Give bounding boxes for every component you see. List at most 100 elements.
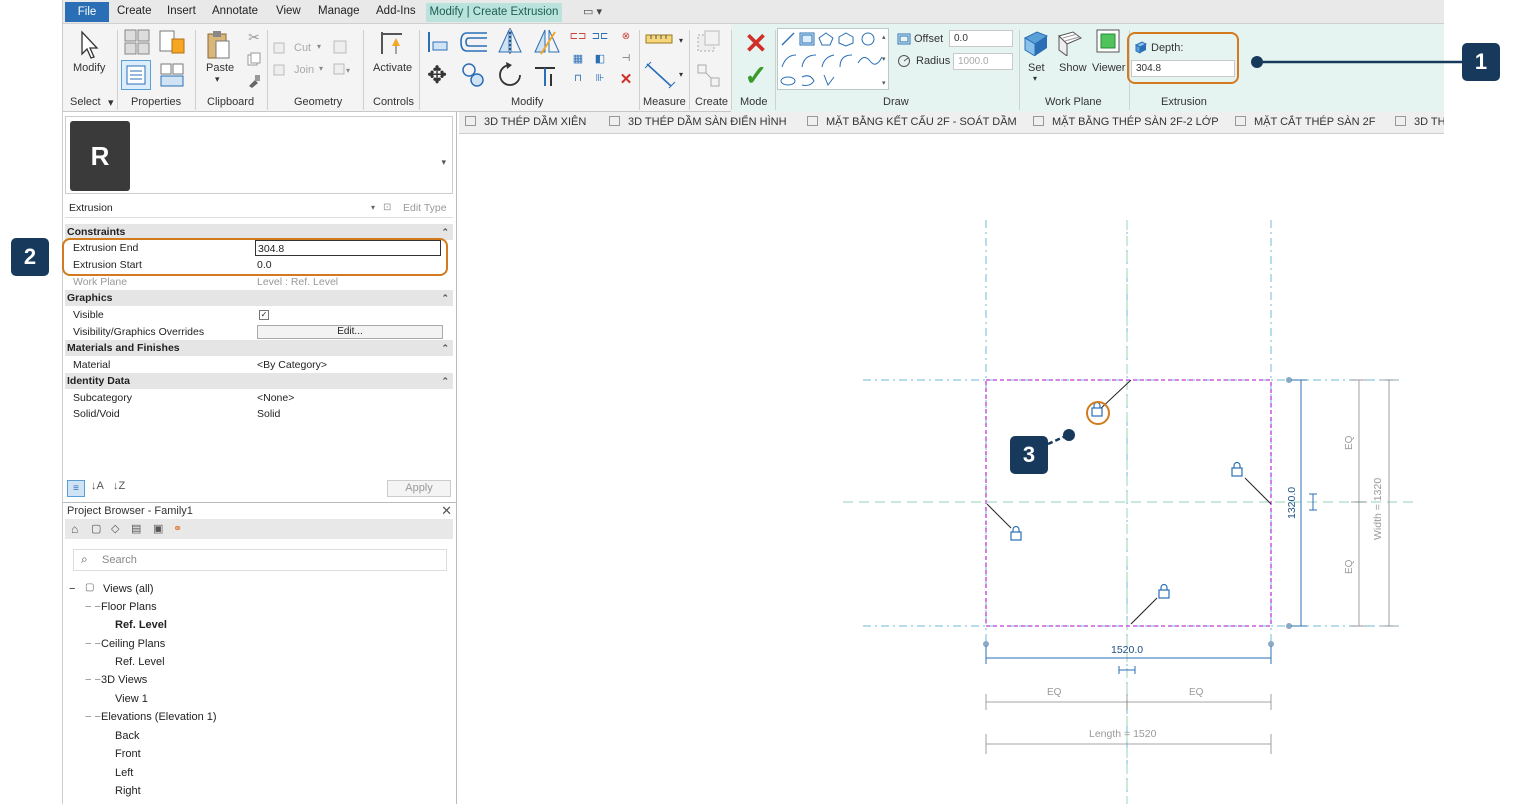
finish-edit-mode-icon[interactable]: ✓ (743, 60, 769, 91)
show-work-plane-icon[interactable] (1057, 28, 1083, 56)
split-gap-icon[interactable]: ⊐⊏ (592, 30, 609, 42)
apply-button[interactable]: Apply (387, 480, 451, 497)
dimension-dropdown-icon[interactable]: ▾ (679, 70, 683, 79)
move-icon[interactable]: ✥ (425, 62, 449, 89)
tree-left[interactable]: Left (115, 767, 133, 779)
tree-collapse-icon[interactable]: − − (85, 601, 101, 613)
set-dropdown-icon[interactable]: ▾ (1033, 74, 1037, 83)
radius-field[interactable]: 1000.0 (953, 53, 1013, 70)
viewer-label[interactable]: Viewer (1092, 62, 1125, 74)
home-icon[interactable]: ⌂ (71, 522, 78, 536)
dim-width-text[interactable]: 1320.0 (1286, 487, 1298, 519)
match-properties-icon[interactable] (245, 72, 263, 90)
tree-3d-views[interactable]: 3D Views (101, 674, 147, 686)
vis-overrides-edit-button[interactable]: Edit... (257, 325, 443, 339)
width-label[interactable]: Width = 1320 (1372, 478, 1384, 540)
categorize-icon[interactable]: ≡ (67, 480, 85, 497)
create-similar-icon[interactable] (695, 62, 723, 90)
tree-front[interactable]: Front (115, 748, 141, 760)
tree-collapse-icon[interactable]: − − (85, 711, 101, 723)
geometry-icon[interactable] (333, 40, 347, 54)
tree-right[interactable]: Right (115, 785, 141, 797)
edit-type-button[interactable]: Edit Type (403, 200, 447, 216)
split-element-icon[interactable]: ⊏⊐ (570, 30, 587, 42)
sort-ascending-icon[interactable]: ↓A (91, 480, 104, 492)
create-group-icon[interactable] (695, 28, 723, 56)
draw-tools-gallery[interactable]: ▴ ▾ ▾ (777, 28, 889, 90)
tree-views-all[interactable]: Views (all) (103, 583, 154, 595)
mirror-draw-axis-icon[interactable] (533, 28, 561, 56)
trim-multiple-icon[interactable]: ⊪ (593, 72, 607, 84)
menu-modify-create-extrusion[interactable]: Modify | Create Extrusion (426, 3, 562, 22)
tab-3d-thep-dam-xien[interactable]: 3D THÉP DẦM XIÊN (465, 116, 586, 128)
set-work-plane-icon[interactable] (1023, 28, 1049, 56)
collapse-icon[interactable]: ⌃ (441, 373, 449, 389)
activate-control-icon[interactable] (377, 28, 407, 58)
material-value[interactable]: <By Category> (257, 357, 327, 373)
paste-dropdown-icon[interactable]: ▾ (215, 74, 220, 85)
aligned-dimension-icon[interactable] (643, 60, 677, 90)
tab-mat-bang-thep-san[interactable]: MẶT BẰNG THÉP SÀN 2F-2 LỚP (1033, 116, 1219, 128)
align-icon[interactable] (425, 30, 449, 54)
paste-icon[interactable] (203, 28, 233, 62)
dim-length-text[interactable]: 1520.0 (1111, 644, 1143, 656)
tree-ref-level-ceiling[interactable]: Ref. Level (115, 656, 165, 668)
tree-collapse-icon[interactable]: − − (85, 638, 101, 650)
activate-label[interactable]: Activate (373, 62, 412, 74)
delete-icon[interactable]: ✕ (619, 71, 633, 88)
type-selector-dropdown-icon[interactable]: ▾ (441, 157, 446, 168)
tree-back[interactable]: Back (115, 730, 139, 742)
join-label[interactable]: Join (294, 64, 314, 76)
instance-selector[interactable]: Extrusion ▾ ⊡ Edit Type (65, 200, 453, 218)
cut-dropdown-icon[interactable]: ▾ (317, 42, 321, 51)
copy-icon[interactable] (245, 50, 263, 68)
sheet-icon[interactable]: ▤ (131, 522, 141, 535)
array-icon[interactable]: ▦ (571, 52, 585, 65)
close-icon[interactable]: ✕ (441, 503, 452, 519)
rotate-icon[interactable] (497, 62, 523, 88)
collapse-icon[interactable]: ⌃ (441, 340, 449, 356)
solid-void-value[interactable]: Solid (257, 406, 280, 422)
view-icon[interactable]: ▢ (91, 522, 101, 535)
measure-dropdown-icon[interactable]: ▾ (679, 36, 683, 45)
modify-cursor-icon[interactable] (75, 28, 105, 62)
family-category-icon[interactable] (157, 60, 187, 90)
copy-element-icon[interactable] (461, 62, 487, 88)
mirror-pick-axis-icon[interactable] (497, 28, 523, 56)
tree-collapse-icon[interactable]: − − (85, 674, 101, 686)
family-types-icon[interactable] (157, 28, 187, 56)
ribbon-toggle-icon[interactable]: ▭ ▾ (583, 5, 602, 18)
menu-manage[interactable]: Manage (318, 5, 360, 17)
split-face-icon[interactable]: ▾ (333, 62, 353, 76)
paste-label[interactable]: Paste (206, 62, 234, 74)
type-properties-icon[interactable] (123, 28, 151, 56)
link-icon[interactable]: ⚭ (173, 522, 182, 535)
menu-create[interactable]: Create (117, 5, 152, 17)
unpin-icon[interactable]: ⊗ (619, 30, 633, 42)
menu-annotate[interactable]: Annotate (212, 5, 258, 17)
offset-icon[interactable] (459, 30, 489, 54)
cut-label[interactable]: Cut (294, 42, 311, 54)
viewer-icon[interactable] (1095, 28, 1121, 56)
collapse-icon[interactable]: ⌃ (441, 290, 449, 306)
category-graphics[interactable]: Graphics ⌃ (65, 290, 453, 306)
drawing-canvas[interactable]: 1520.0 1320.0 EQ EQ Length = 1520 EQ EQ … (459, 134, 1444, 804)
modify-button-label[interactable]: Modify (73, 62, 105, 74)
browser-search-input[interactable]: Search (73, 549, 447, 571)
measure-between-icon[interactable] (645, 32, 675, 46)
tree-collapse-icon[interactable]: − (69, 583, 75, 595)
set-label[interactable]: Set (1028, 62, 1045, 74)
category-materials[interactable]: Materials and Finishes ⌃ (65, 340, 453, 356)
tab-3d-th[interactable]: 3D TH (1395, 116, 1444, 128)
group-icon[interactable]: ▣ (153, 522, 163, 535)
tree-view-1[interactable]: View 1 (115, 693, 148, 705)
category-identity[interactable]: Identity Data ⌃ (65, 373, 453, 389)
trim-extend-icon[interactable] (531, 62, 559, 88)
instance-dropdown-icon[interactable]: ▾ (371, 200, 375, 216)
type-selector[interactable]: R ▾ (65, 116, 453, 194)
menu-view[interactable]: View (276, 5, 301, 17)
radius-checkbox-icon[interactable] (897, 54, 911, 68)
sketch-drawing[interactable]: 1520.0 1320.0 EQ EQ Length = 1520 EQ EQ … (459, 134, 1444, 804)
scale-icon[interactable]: ◧ (593, 52, 607, 65)
menu-insert[interactable]: Insert (167, 5, 196, 17)
